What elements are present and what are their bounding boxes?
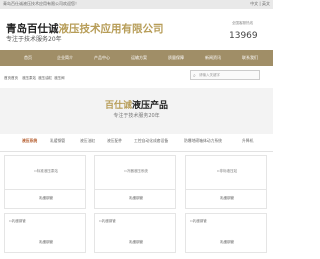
product-card[interactable]: ▫乳缓钢管 乳缓钢管 [94, 213, 176, 253]
category-tabs: 液压系统 乳缓钢管 液压油缸 液压配件 工控自动化成套设备 防爆地磅箱体动力系统… [0, 134, 273, 152]
tab-parts[interactable]: 液压配件 [107, 138, 122, 144]
breadcrumb-item[interactable]: 首页首页 [4, 76, 18, 81]
company-subtitle: 专注于技术服务20年 [6, 36, 62, 43]
tab-explosion-proof[interactable]: 防爆地磅箱体动力系统 [184, 138, 222, 144]
hotline-label: 全国客服热线 [232, 21, 253, 25]
product-card[interactable]: 乳缓钢管 [4, 189, 86, 209]
nav-item-products[interactable]: 产品中心 [84, 50, 120, 66]
tab-lift[interactable]: 升降机 [242, 138, 253, 144]
product-caption: 乳缓钢管 [39, 196, 53, 200]
tab-cylinder[interactable]: 液压油缸 [80, 138, 95, 144]
product-image[interactable]: ▫非标液压站 [190, 162, 264, 180]
tab-automation[interactable]: 工控自动化成套设备 [134, 138, 168, 144]
main-nav: 首页 企业简介 产品中心 运输方案 质量保障 新闻资讯 联系我们 [0, 50, 273, 66]
product-image[interactable]: ▫乳缓钢管 [190, 218, 264, 224]
nav-item-solutions[interactable]: 运输方案 [121, 50, 157, 66]
nav-item-news[interactable]: 新闻资讯 [195, 50, 231, 66]
banner-title: 百仕诚液压产品 [104, 101, 169, 111]
product-card[interactable]: ▫乳缓钢管 乳缓钢管 [4, 213, 86, 253]
search-input[interactable]: ⌕ 请输入关键字 [190, 70, 260, 80]
product-image[interactable]: ▫冷器液压系统 [99, 162, 173, 180]
product-card[interactable]: 乳缓钢管 [185, 189, 267, 209]
tab-hydraulic-system[interactable]: 液压系统 [22, 138, 37, 144]
header: 青岛百仕诚液压技术应用有限公司 专注于技术服务20年 全国客服热线 13969 [0, 9, 273, 43]
product-caption: 乳缓钢管 [129, 196, 143, 200]
top-bar: 青岛百仕诚液压技术应用有限公司欢迎您！ 中文 | 英文 [0, 0, 273, 9]
product-caption: 乳缓钢管 [39, 240, 53, 244]
product-image[interactable]: ▫乳缓钢管 [9, 218, 83, 224]
breadcrumb-item[interactable]: 液压阀 [54, 76, 65, 81]
nav-item-home[interactable]: 首页 [10, 50, 46, 66]
nav-item-quality[interactable]: 质量保障 [158, 50, 194, 66]
product-image[interactable]: ▫乳缓钢管 [99, 218, 173, 224]
product-banner: 百仕诚液压产品 专注于技术服务20年 [0, 88, 273, 134]
breadcrumb-item[interactable]: 液压油缸 [38, 76, 52, 81]
product-card[interactable]: ▫乳缓钢管 乳缓钢管 [185, 213, 267, 253]
product-caption: 乳缓钢管 [129, 240, 143, 244]
product-caption: 乳缓钢管 [220, 240, 234, 244]
nav-item-contact[interactable]: 联系我们 [232, 50, 268, 66]
nav-item-about[interactable]: 企业简介 [47, 50, 83, 66]
search-icon: ⌕ [193, 73, 196, 79]
hotline-number: 13969 [229, 31, 258, 41]
breadcrumb-item[interactable]: 液压泵站 [22, 76, 36, 81]
tab-steel-pipe[interactable]: 乳缓钢管 [50, 138, 65, 144]
language-switch[interactable]: 中文 | 英文 [250, 1, 270, 7]
search-placeholder: 请输入关键字 [199, 73, 220, 77]
banner-subtitle: 专注于技术服务20年 [113, 113, 160, 119]
product-caption: 乳缓钢管 [220, 196, 234, 200]
product-image[interactable]: ▫标准液压泵站 [9, 162, 83, 180]
product-card[interactable]: 乳缓钢管 [94, 189, 176, 209]
welcome-text: 青岛百仕诚液压技术应用有限公司欢迎您！ [3, 1, 79, 6]
